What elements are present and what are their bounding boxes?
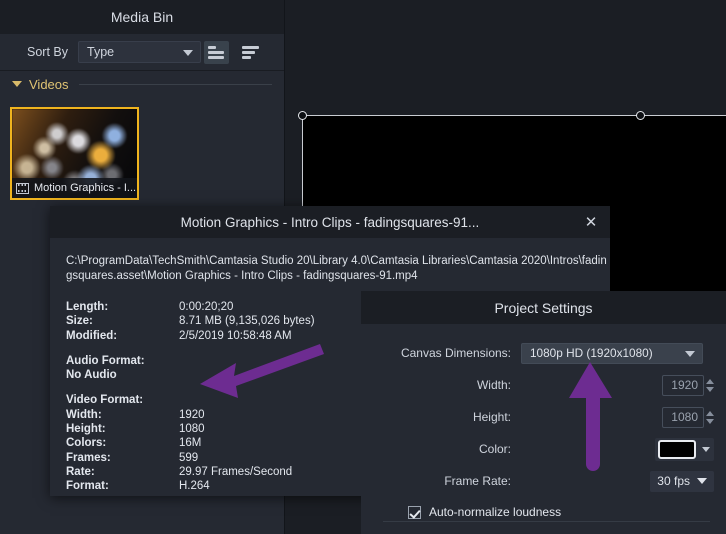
height-input[interactable]: 1080 — [662, 407, 704, 428]
video-format-heading: Video Format: — [66, 393, 179, 407]
canvas-dimensions-value: 1080p HD (1920x1080) — [530, 346, 653, 360]
section-divider — [79, 84, 272, 85]
row-canvas-dimensions: Canvas Dimensions: 1080p HD (1920x1080) — [361, 337, 726, 369]
chevron-down-icon — [702, 447, 710, 452]
prop-key: Colors: — [66, 436, 179, 450]
width-label: Width: — [361, 378, 521, 392]
table-row: Format: H.264 — [66, 479, 315, 493]
color-picker[interactable] — [655, 438, 714, 461]
prop-value: 16M — [179, 436, 315, 450]
prop-value: 29.97 Frames/Second — [179, 465, 315, 479]
prop-value: 8.71 MB (9,135,026 bytes) — [179, 314, 315, 328]
sort-by-value: Type — [87, 45, 114, 59]
table-row: No Audio — [66, 368, 315, 382]
dialog-title-bar: Motion Graphics - Intro Clips - fadingsq… — [50, 206, 610, 238]
prop-key: Rate: — [66, 465, 179, 479]
prop-key: Width: — [66, 408, 179, 422]
section-label: Videos — [29, 77, 69, 92]
chevron-down-icon — [697, 478, 707, 484]
prop-value: 0:00:20;20 — [179, 300, 315, 314]
width-input[interactable]: 1920 — [662, 375, 704, 396]
row-auto-normalize-loudness[interactable]: Auto-normalize loudness — [361, 497, 726, 527]
color-label: Color: — [361, 442, 521, 456]
prop-key: Height: — [66, 422, 179, 436]
prop-value: 1080 — [179, 422, 315, 436]
list-view-icon[interactable] — [204, 41, 229, 64]
spinner-down-icon[interactable] — [706, 387, 714, 392]
frame-rate-label: Frame Rate: — [361, 474, 521, 488]
table-row: Width: 1920 — [66, 408, 315, 422]
project-settings-title: Project Settings — [361, 291, 726, 324]
frame-rate-value: 30 fps — [657, 474, 690, 488]
project-settings-panel: Project Settings Canvas Dimensions: 1080… — [361, 291, 726, 534]
prop-key: Format: — [66, 479, 179, 493]
panel-divider — [383, 521, 710, 522]
chevron-down-icon — [183, 50, 193, 56]
media-item-thumbnail[interactable]: Motion Graphics - I... — [10, 107, 139, 200]
table-row: Modified: 2/5/2019 10:58:48 AM — [66, 329, 315, 343]
triangle-down-icon — [12, 81, 22, 87]
canvas-dimensions-dropdown[interactable]: 1080p HD (1920x1080) — [521, 343, 703, 364]
media-bin-title: Media Bin — [0, 0, 284, 34]
prop-key: Frames: — [66, 451, 179, 465]
row-frame-rate: Frame Rate: 30 fps — [361, 465, 726, 497]
app-window: Media Bin Sort By Type Videos — [0, 0, 726, 534]
media-item-label: Motion Graphics - I... — [12, 178, 137, 198]
prop-value: 1920 — [179, 408, 315, 422]
frame-rate-dropdown[interactable]: 30 fps — [650, 471, 714, 492]
table-row: Height: 1080 — [66, 422, 315, 436]
film-clip-icon — [16, 183, 29, 194]
prop-value: 599 — [179, 451, 315, 465]
chevron-down-icon — [685, 351, 695, 357]
audio-format-heading: Audio Format: — [66, 354, 179, 368]
checkmark-icon[interactable] — [408, 506, 421, 519]
row-height: Height: 1080 — [361, 401, 726, 433]
audio-format-value: No Audio — [66, 368, 179, 382]
sort-by-label: Sort By — [27, 45, 68, 59]
file-path-text: C:\ProgramData\TechSmith\Camtasia Studio… — [66, 254, 611, 284]
prop-key: Size: — [66, 314, 179, 328]
table-row: Frames: 599 — [66, 451, 315, 465]
height-spinner[interactable] — [706, 411, 714, 424]
detail-view-icon[interactable] — [238, 41, 263, 64]
row-width: Width: 1920 — [361, 369, 726, 401]
prop-value: H.264 — [179, 479, 315, 493]
auto-normalize-loudness-label: Auto-normalize loudness — [429, 505, 561, 519]
resize-handle-top-middle[interactable] — [636, 111, 645, 120]
table-row: Audio Format: — [66, 354, 315, 368]
table-row: Colors: 16M — [66, 436, 315, 450]
media-bin-toolbar: Sort By Type — [0, 34, 284, 71]
sort-by-dropdown[interactable]: Type — [78, 41, 201, 63]
prop-key: Modified: — [66, 329, 179, 343]
table-row: Video Format: — [66, 393, 315, 407]
height-label: Height: — [361, 410, 521, 424]
spinner-down-icon[interactable] — [706, 419, 714, 424]
resize-handle-top-left[interactable] — [298, 111, 307, 120]
width-spinner[interactable] — [706, 379, 714, 392]
close-icon[interactable]: ✕ — [582, 213, 600, 231]
selection-border-top — [302, 115, 726, 116]
spinner-up-icon[interactable] — [706, 379, 714, 384]
section-header-videos[interactable]: Videos — [0, 71, 284, 97]
prop-value: 2/5/2019 10:58:48 AM — [179, 329, 315, 343]
dialog-title: Motion Graphics - Intro Clips - fadingsq… — [181, 215, 480, 230]
color-swatch[interactable] — [658, 440, 696, 459]
table-row: Rate: 29.97 Frames/Second — [66, 465, 315, 479]
spinner-up-icon[interactable] — [706, 411, 714, 416]
table-row: Size: 8.71 MB (9,135,026 bytes) — [66, 314, 315, 328]
media-item-name: Motion Graphics - I... — [34, 182, 136, 194]
properties-table: Length: 0:00:20;20 Size: 8.71 MB (9,135,… — [66, 300, 315, 494]
row-color: Color: — [361, 433, 726, 465]
canvas-dimensions-label: Canvas Dimensions: — [361, 346, 521, 360]
table-row: Length: 0:00:20;20 — [66, 300, 315, 314]
prop-key: Length: — [66, 300, 179, 314]
